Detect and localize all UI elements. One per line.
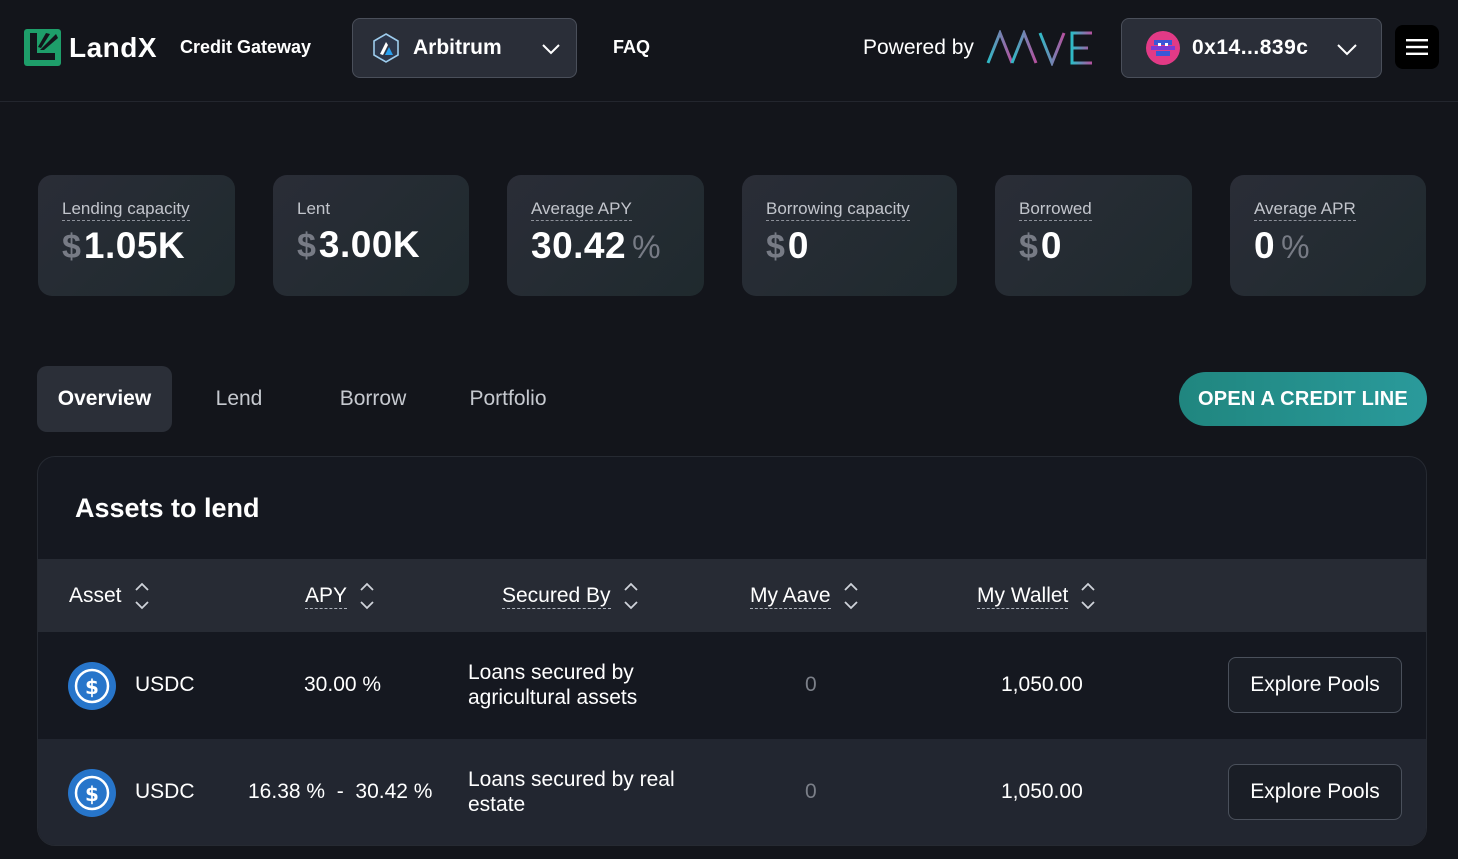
stat-value: 30.42 — [531, 225, 627, 266]
table-row: $ USDC 30.00 % Loans secured by agricult… — [38, 632, 1426, 738]
assets-to-lend-panel: Assets to lend Asset APY Secured By My A… — [37, 456, 1427, 846]
asset-my-aave: 0 — [805, 673, 817, 696]
column-my-aave[interactable]: My Aave — [750, 580, 859, 612]
column-label: My Aave — [750, 583, 831, 609]
panel-title: Assets to lend — [75, 493, 260, 523]
stat-card-lending-capacity: Lending capacity $ 1.05K — [38, 175, 235, 296]
explore-pools-button[interactable]: Explore Pools — [1228, 764, 1402, 820]
powered-by-aave: Powered by — [863, 30, 1096, 66]
landx-logo[interactable]: LandX — [24, 29, 157, 66]
stat-label[interactable]: Borrowing capacity — [766, 199, 910, 221]
asset-my-wallet: 1,050.00 — [1001, 673, 1083, 696]
stat-label[interactable]: Average APR — [1254, 199, 1356, 221]
asset-my-aave: 0 — [805, 780, 817, 803]
usdc-icon: $ — [68, 769, 116, 817]
hamburger-menu-button[interactable] — [1395, 25, 1439, 69]
table-row: $ USDC 16.38 % - 30.42 % Loans secured b… — [38, 739, 1426, 845]
aave-logo[interactable] — [986, 30, 1096, 66]
column-label: APY — [305, 583, 348, 609]
column-secured-by[interactable]: Secured By — [502, 580, 639, 612]
asset-apy: 30.00 % — [304, 673, 382, 696]
powered-by-label: Powered by — [863, 36, 974, 59]
column-label: Secured By — [502, 583, 611, 609]
open-credit-line-button[interactable]: OPEN A CREDIT LINE — [1179, 372, 1427, 426]
network-selector[interactable]: Arbitrum — [352, 18, 577, 78]
stat-prefix: $ — [766, 228, 785, 266]
chevron-down-icon — [1337, 44, 1357, 56]
faq-link[interactable]: FAQ — [613, 37, 650, 58]
stat-card-borrowing-capacity: Borrowing capacity $ 0 — [742, 175, 957, 296]
stat-prefix: $ — [62, 228, 81, 266]
stat-value: 1.05K — [83, 225, 186, 266]
stat-value: 0 — [1040, 225, 1062, 266]
sort-icon — [1081, 582, 1096, 610]
landx-logo-icon — [24, 29, 61, 66]
column-label: Asset — [69, 584, 122, 607]
svg-text:$: $ — [85, 675, 99, 699]
sort-icon — [360, 582, 374, 610]
stat-label[interactable]: Lending capacity — [62, 199, 190, 221]
asset-my-wallet: 1,050.00 — [1001, 780, 1083, 803]
wallet-button[interactable]: 0x14...839c — [1121, 18, 1382, 78]
column-asset[interactable]: Asset — [69, 580, 150, 612]
stat-suffix: % — [632, 229, 661, 265]
stat-value: 3.00K — [318, 224, 421, 265]
product-name: Credit Gateway — [180, 37, 312, 57]
hamburger-icon — [1406, 39, 1428, 55]
tab-borrow[interactable]: Borrow — [328, 366, 418, 432]
sort-icon — [623, 582, 638, 610]
stat-card-borrowed: Borrowed $ 0 — [995, 175, 1192, 296]
column-my-wallet[interactable]: My Wallet — [977, 580, 1096, 612]
network-name: Arbitrum — [413, 36, 502, 59]
stat-value: 0 — [1254, 225, 1276, 266]
tab-portfolio[interactable]: Portfolio — [455, 366, 561, 432]
stat-card-average-apr: Average APR 0 % — [1230, 175, 1426, 296]
brand-name: LandX — [69, 31, 158, 63]
usdc-icon: $ — [68, 662, 116, 710]
asset-name: USDC — [135, 673, 195, 696]
svg-text:$: $ — [85, 782, 99, 806]
asset-apy: 16.38 % - 30.42 % — [248, 780, 433, 803]
sort-icon — [843, 582, 858, 610]
stat-prefix: $ — [297, 227, 316, 265]
column-label: My Wallet — [977, 583, 1069, 609]
column-apy[interactable]: APY — [305, 580, 375, 612]
tab-lend[interactable]: Lend — [199, 366, 279, 432]
explore-pools-button[interactable]: Explore Pools — [1228, 657, 1402, 713]
asset-name: USDC — [135, 780, 195, 803]
asset-secured-by: Loans secured by agricultural assets — [468, 661, 638, 709]
stat-label[interactable]: Borrowed — [1019, 199, 1092, 221]
stat-prefix: $ — [1019, 228, 1038, 266]
stat-label: Lent — [297, 199, 331, 218]
wallet-avatar-icon — [1146, 31, 1180, 65]
stat-label[interactable]: Average APY — [531, 199, 632, 221]
sort-icon — [134, 582, 149, 610]
stat-card-lent: Lent $ 3.00K — [273, 175, 469, 296]
stat-value: 0 — [787, 225, 809, 266]
arbitrum-icon — [373, 33, 399, 63]
tab-overview[interactable]: Overview — [37, 366, 172, 432]
chevron-down-icon — [542, 44, 560, 55]
stat-card-average-apy: Average APY 30.42 % — [507, 175, 704, 296]
top-navbar: LandX Credit Gateway Arbitrum FAQ Powere… — [0, 0, 1458, 102]
wallet-address: 0x14...839c — [1192, 36, 1309, 59]
table-header: Asset APY Secured By My Aave My Wallet — [38, 559, 1426, 632]
asset-secured-by: Loans secured by real estate — [468, 768, 675, 816]
stat-suffix: % — [1281, 229, 1310, 265]
